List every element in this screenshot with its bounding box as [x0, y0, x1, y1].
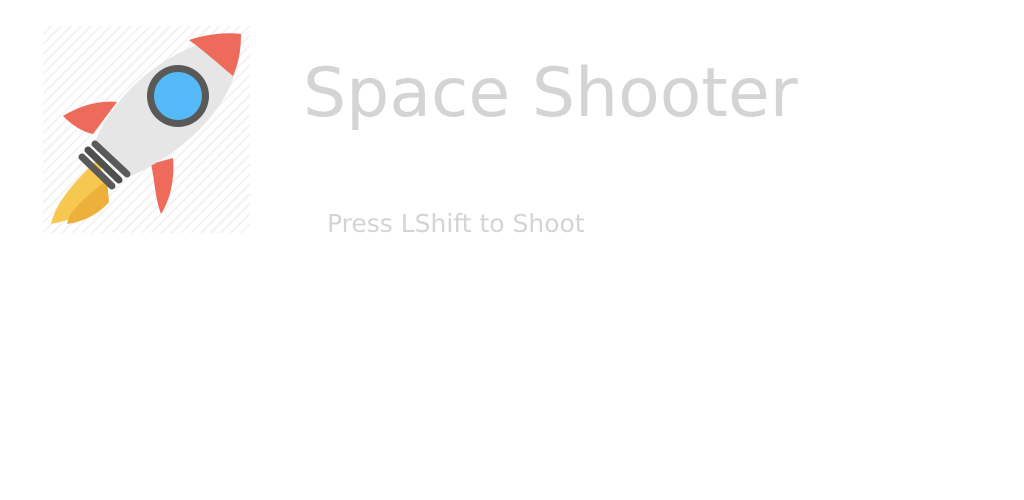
rocket-icon — [51, 33, 242, 224]
shoot-instruction: Press LShift to Shoot — [327, 209, 585, 238]
game-screen: Space Shooter Press LShift to Shoot — [0, 0, 1024, 500]
rocket-logo — [43, 26, 250, 233]
right-fin — [151, 158, 174, 214]
game-title: Space Shooter — [303, 54, 798, 133]
porthole-window — [147, 65, 209, 127]
flame-icon — [51, 158, 109, 224]
